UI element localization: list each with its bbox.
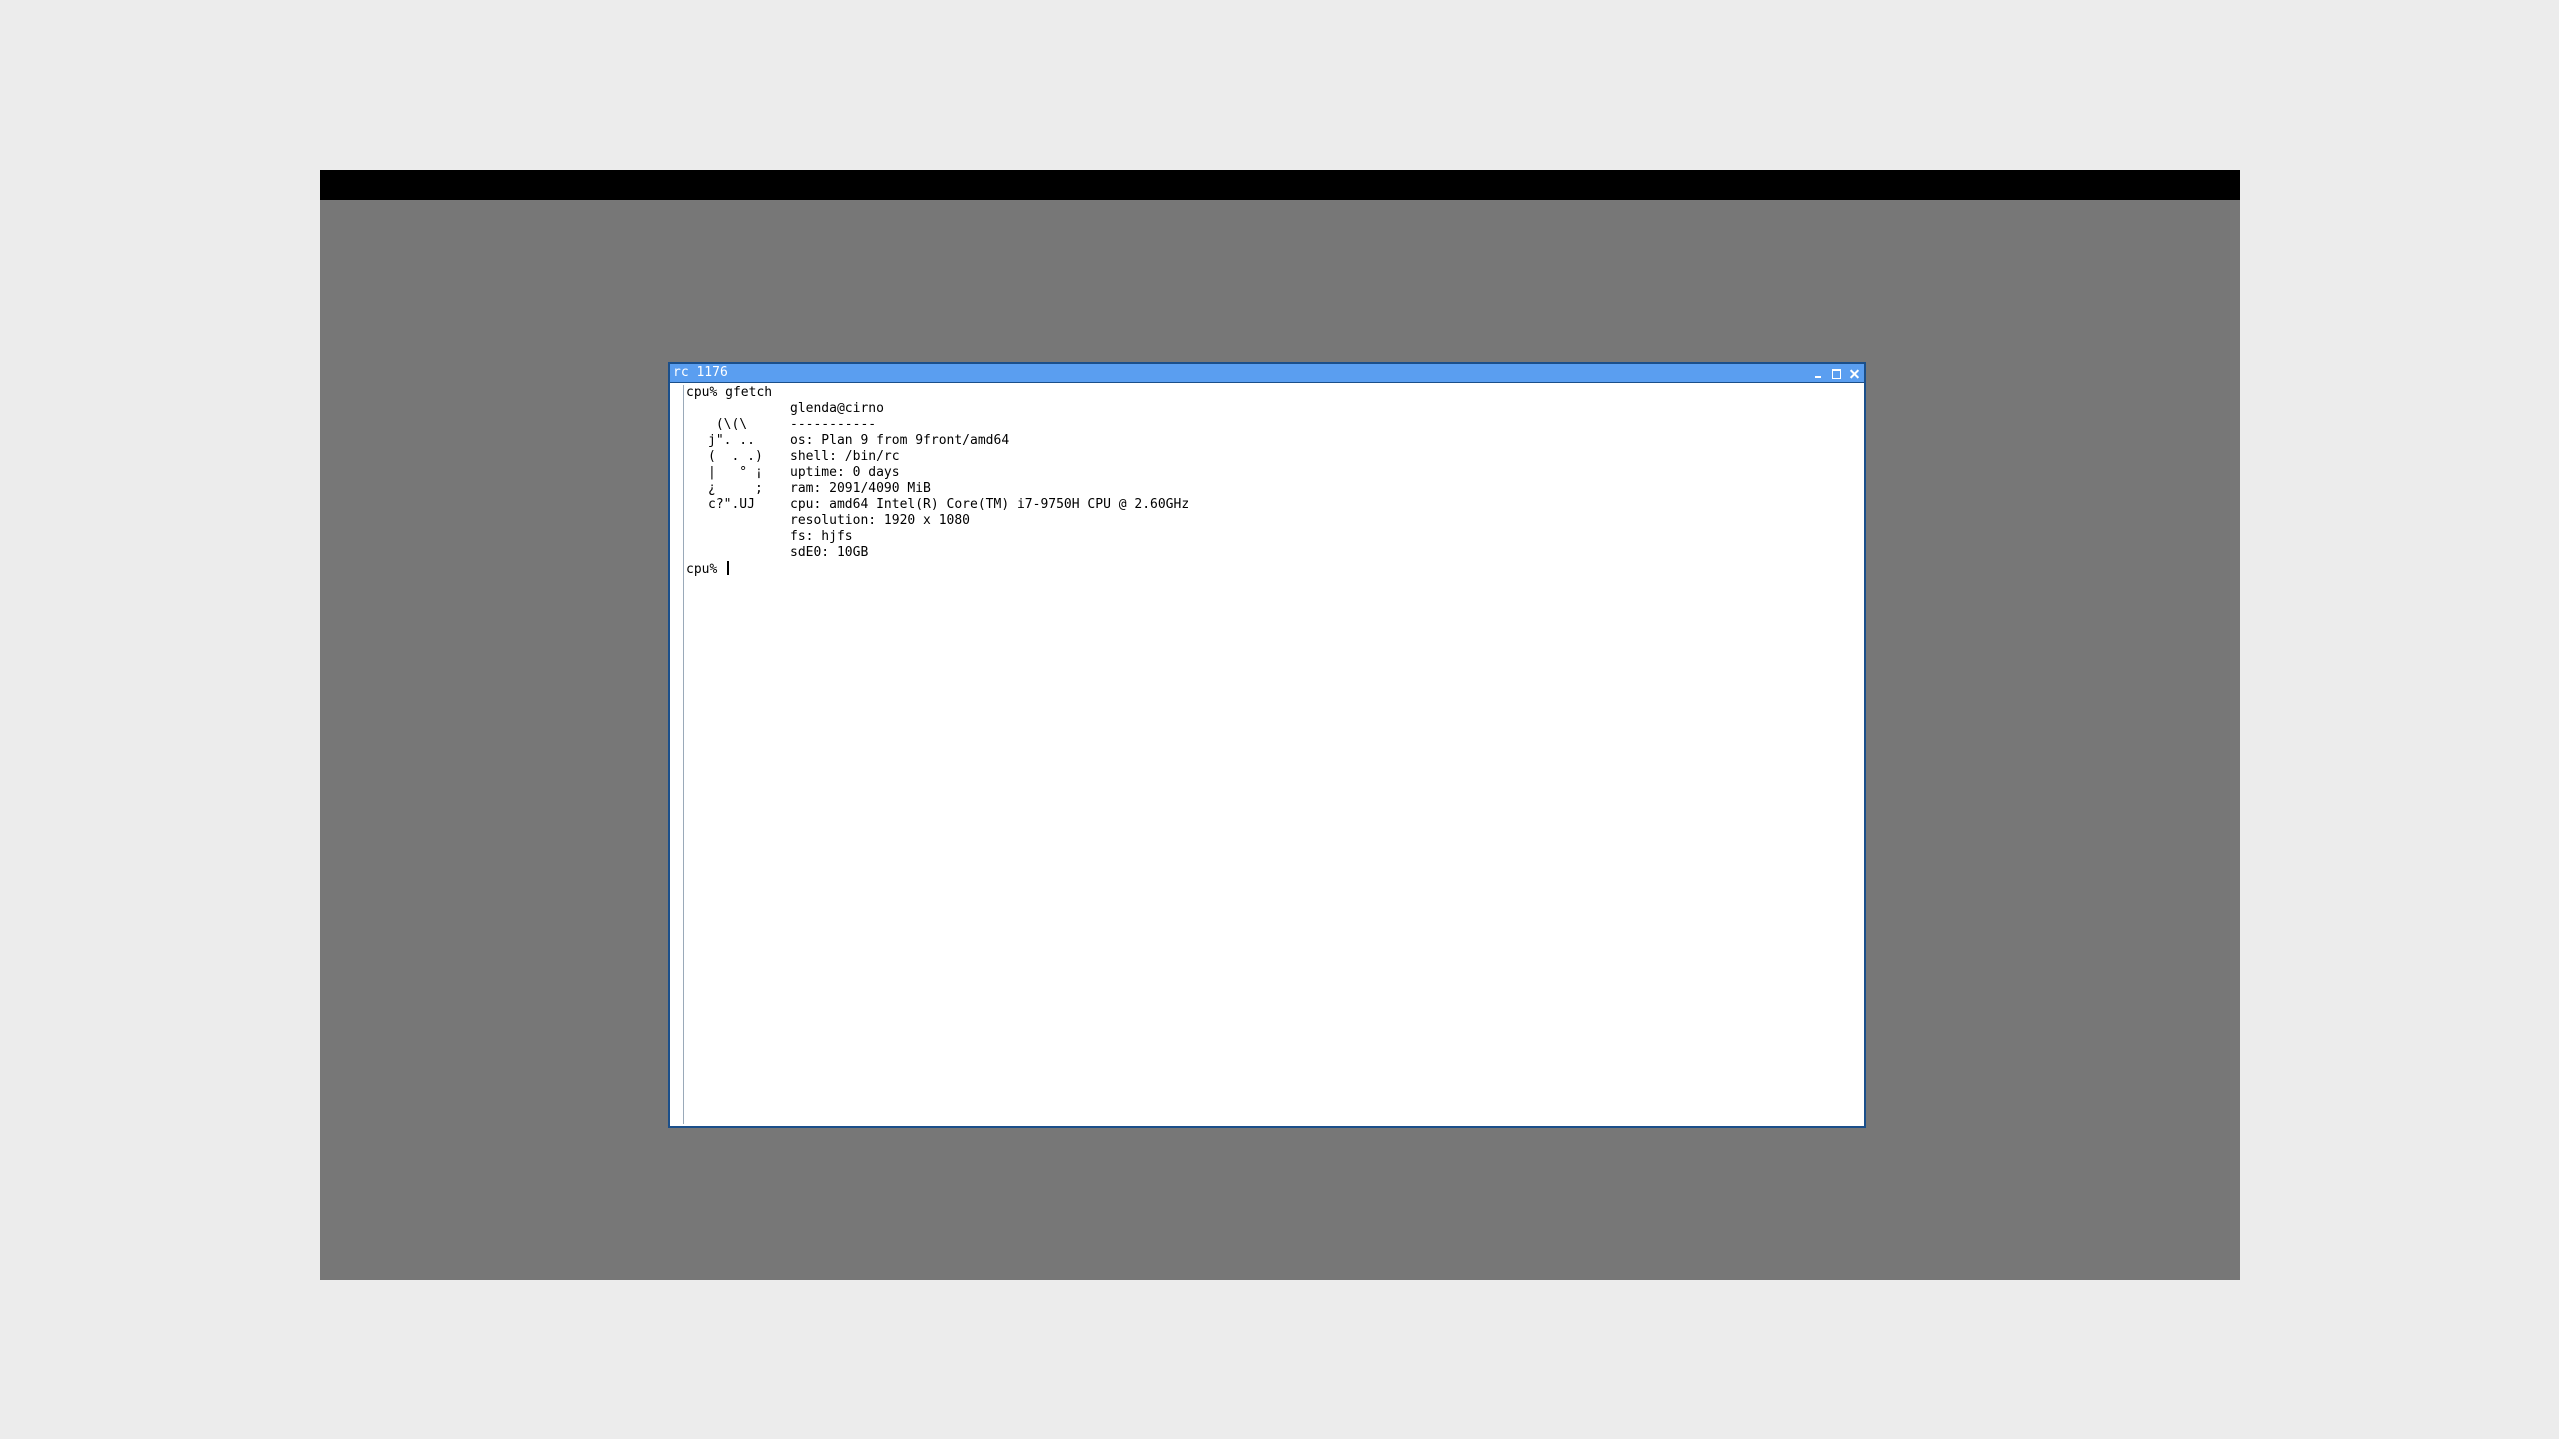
- ascii-line: j". ..: [708, 433, 755, 448]
- terminal-output[interactable]: cpu% gfetch (\(\ j". .. ( . .) | ° ¡ ¿ ;…: [686, 385, 1860, 1124]
- system-info: glenda@cirno ----------- os: Plan 9 from…: [790, 401, 1189, 561]
- ascii-line: | ° ¡: [708, 465, 763, 480]
- separator-line: -----------: [790, 417, 877, 432]
- ascii-line: c?".UJ: [708, 497, 755, 512]
- minimize-icon[interactable]: [1813, 368, 1824, 379]
- text-cursor: [727, 561, 730, 575]
- info-uptime: uptime: 0 days: [790, 465, 900, 480]
- glenda-ascii-art: (\(\ j". .. ( . .) | ° ¡ ¿ ; c?".UJ: [708, 417, 763, 513]
- prompt: cpu%: [686, 562, 726, 577]
- desktop: rc 1176 cpu% gfetch (\(\ j". .. ( . .) |…: [320, 170, 2240, 1280]
- maximize-icon[interactable]: [1831, 368, 1842, 379]
- info-ram: ram: 2091/4090 MiB: [790, 481, 931, 496]
- ascii-line: ¿ ;: [708, 481, 763, 496]
- ascii-line: ( . .): [708, 449, 763, 464]
- scrollbar-thumb[interactable]: [672, 385, 683, 1124]
- command-line: cpu% gfetch: [686, 385, 773, 400]
- gfetch-output: (\(\ j". .. ( . .) | ° ¡ ¿ ; c?".UJ glen…: [686, 401, 1860, 561]
- window-controls: [1813, 364, 1860, 382]
- info-shell: shell: /bin/rc: [790, 449, 900, 464]
- info-disk: sdE0: 10GB: [790, 545, 869, 560]
- close-icon[interactable]: [1849, 368, 1860, 379]
- ascii-line: (\(\: [708, 417, 748, 432]
- prompt-line[interactable]: cpu%: [686, 561, 1860, 577]
- window-titlebar[interactable]: rc 1176: [670, 364, 1864, 383]
- top-bar: [320, 170, 2240, 200]
- window-title: rc 1176: [673, 365, 728, 380]
- user-host: glenda@cirno: [790, 401, 884, 416]
- rc-terminal-window[interactable]: rc 1176 cpu% gfetch (\(\ j". .. ( . .) |…: [668, 362, 1866, 1128]
- info-resolution: resolution: 1920 x 1080: [790, 513, 971, 528]
- info-os: os: Plan 9 from 9front/amd64: [790, 433, 1010, 448]
- info-fs: fs: hjfs: [790, 529, 853, 544]
- info-cpu: cpu: amd64 Intel(R) Core(TM) i7-9750H CP…: [790, 497, 1190, 512]
- scrollbar[interactable]: [672, 385, 684, 1124]
